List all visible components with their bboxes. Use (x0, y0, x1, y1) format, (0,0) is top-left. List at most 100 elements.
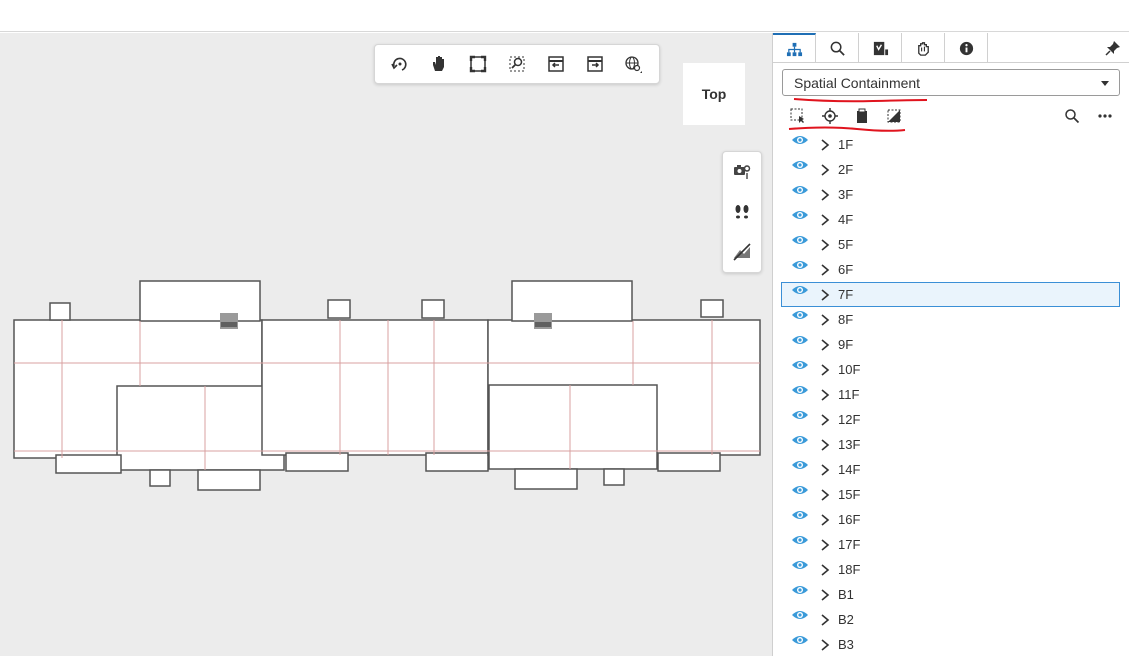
hide-icon (733, 243, 751, 261)
3d-viewport[interactable]: Top (0, 33, 772, 656)
tree-item[interactable]: 16F (773, 507, 1129, 532)
tree-icon (786, 42, 802, 56)
walk-button[interactable] (727, 197, 757, 227)
tree-item-label: 15F (838, 487, 861, 502)
eye-icon[interactable] (791, 308, 809, 322)
globe-settings-button[interactable] (618, 49, 648, 79)
chevron-right-icon[interactable] (820, 189, 830, 201)
section-box-button[interactable] (884, 106, 904, 126)
eye-icon[interactable] (791, 408, 809, 422)
tree-item[interactable]: B2 (773, 607, 1129, 632)
chevron-right-icon[interactable] (820, 139, 830, 151)
tree-view-dropdown[interactable]: Spatial Containment (782, 69, 1120, 96)
chevron-right-icon[interactable] (820, 389, 830, 401)
tree-item[interactable]: 10F (773, 357, 1129, 382)
eye-icon[interactable] (791, 183, 809, 197)
fit-view-button[interactable] (463, 49, 493, 79)
floor-plan-drawing (13, 280, 761, 491)
tree-item[interactable]: 13F (773, 432, 1129, 457)
fit-view-icon (469, 55, 487, 73)
hide-button[interactable] (727, 237, 757, 267)
tab-info[interactable] (945, 33, 988, 63)
tree-item[interactable]: 15F (773, 482, 1129, 507)
chevron-right-icon[interactable] (820, 239, 830, 251)
tree-item[interactable]: 9F (773, 332, 1129, 357)
chevron-right-icon[interactable] (820, 214, 830, 226)
tree-item[interactable]: B3 (773, 632, 1129, 657)
select-box-button[interactable] (788, 106, 808, 126)
orbit-button[interactable] (385, 49, 415, 79)
tab-search[interactable] (816, 33, 859, 63)
tree-item[interactable]: 18F (773, 557, 1129, 582)
eye-icon[interactable] (791, 283, 809, 297)
eye-icon[interactable] (791, 483, 809, 497)
tree-item[interactable]: 6F (773, 257, 1129, 282)
eye-icon[interactable] (791, 533, 809, 547)
chevron-right-icon[interactable] (820, 364, 830, 376)
tree-item-label: 13F (838, 437, 861, 452)
eye-icon[interactable] (791, 133, 809, 147)
chevron-right-icon[interactable] (820, 314, 830, 326)
previous-view-button[interactable] (541, 49, 571, 79)
tree-item-label: 18F (838, 562, 861, 577)
eye-icon[interactable] (791, 358, 809, 372)
chevron-right-icon[interactable] (820, 514, 830, 526)
eye-icon[interactable] (791, 208, 809, 222)
eye-icon[interactable] (791, 583, 809, 597)
eye-icon[interactable] (791, 558, 809, 572)
locate-icon (822, 108, 838, 124)
eye-icon[interactable] (791, 158, 809, 172)
tree-item[interactable]: 12F (773, 407, 1129, 432)
chevron-right-icon[interactable] (820, 414, 830, 426)
isolate-button[interactable] (852, 106, 872, 126)
eye-icon[interactable] (791, 508, 809, 522)
chevron-right-icon[interactable] (820, 289, 830, 301)
tab-model-tree[interactable] (773, 33, 816, 63)
chevron-right-icon[interactable] (820, 639, 830, 651)
pin-icon[interactable] (1104, 39, 1122, 57)
eye-icon[interactable] (791, 233, 809, 247)
tree-item-label: 4F (838, 212, 854, 227)
eye-icon[interactable] (791, 383, 809, 397)
tree-item[interactable]: 2F (773, 157, 1129, 182)
tree-item[interactable]: B1 (773, 582, 1129, 607)
chevron-right-icon[interactable] (820, 439, 830, 451)
layers-icon (917, 41, 929, 56)
tab-layers[interactable] (902, 33, 945, 63)
chevron-right-icon[interactable] (820, 164, 830, 176)
chevron-right-icon[interactable] (820, 539, 830, 551)
tree-item[interactable]: 11F (773, 382, 1129, 407)
next-view-button[interactable] (580, 49, 610, 79)
tree-item[interactable]: 3F (773, 182, 1129, 207)
chevron-right-icon[interactable] (820, 264, 830, 276)
tree-item[interactable]: 1F (773, 132, 1129, 157)
chevron-right-icon[interactable] (820, 489, 830, 501)
chevron-right-icon[interactable] (820, 564, 830, 576)
eye-icon[interactable] (791, 608, 809, 622)
eye-icon[interactable] (791, 433, 809, 447)
chevron-right-icon[interactable] (820, 589, 830, 601)
tab-properties[interactable] (859, 33, 902, 63)
camera-location-button[interactable] (727, 157, 757, 187)
tree-item[interactable]: 8F (773, 307, 1129, 332)
eye-icon[interactable] (791, 458, 809, 472)
chevron-right-icon[interactable] (820, 614, 830, 626)
tree-item[interactable]: 5F (773, 232, 1129, 257)
eye-icon[interactable] (791, 258, 809, 272)
dropdown-value: Spatial Containment (794, 75, 921, 91)
locate-button[interactable] (820, 106, 840, 126)
tree-item[interactable]: 14F (773, 457, 1129, 482)
tree-search-button[interactable] (1062, 106, 1082, 126)
viewcube[interactable]: Top (683, 63, 745, 125)
tree-item[interactable]: 4F (773, 207, 1129, 232)
chevron-right-icon[interactable] (820, 339, 830, 351)
eye-icon[interactable] (791, 633, 809, 647)
zoom-window-button[interactable] (502, 49, 532, 79)
chevron-right-icon[interactable] (820, 464, 830, 476)
tree-item[interactable]: 7F (773, 282, 1129, 307)
tree-toolbar (787, 106, 1127, 132)
pan-button[interactable] (424, 49, 454, 79)
tree-item[interactable]: 17F (773, 532, 1129, 557)
eye-icon[interactable] (791, 333, 809, 347)
more-options-button[interactable] (1095, 106, 1115, 126)
